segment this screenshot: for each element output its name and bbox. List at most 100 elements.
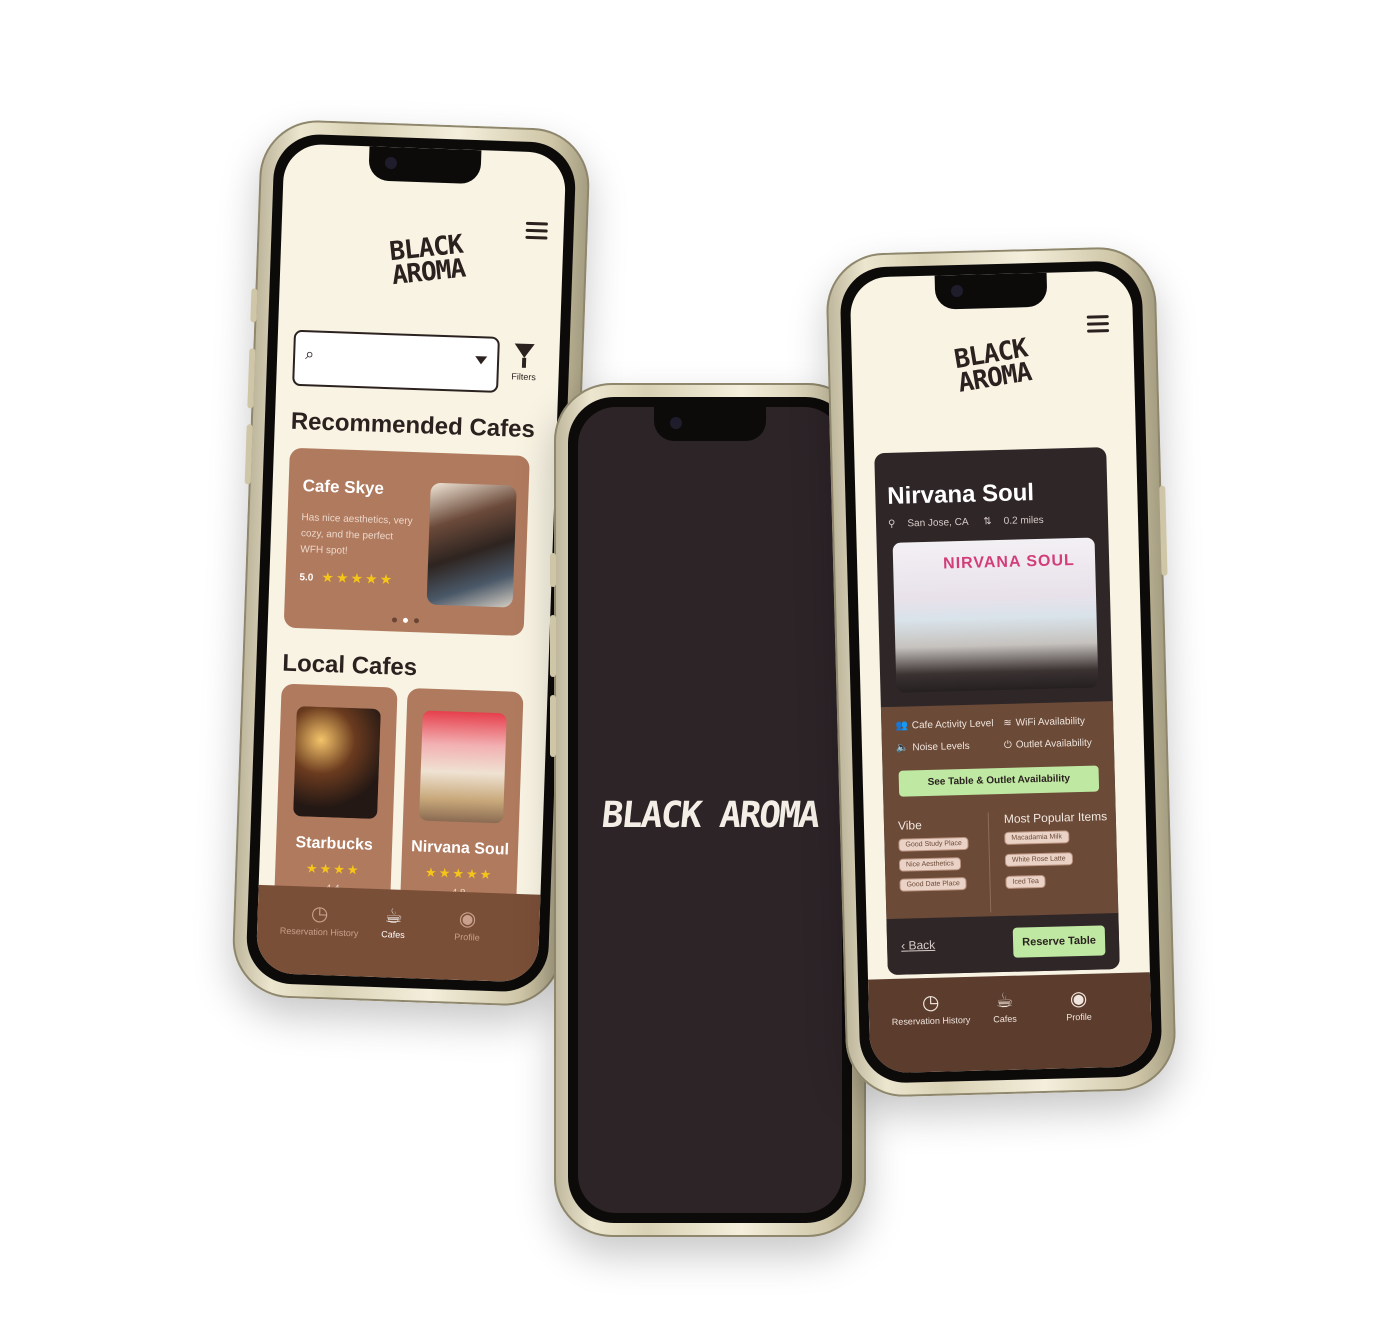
popular-item-tag: Macadamia Milk [1004,830,1070,845]
notch [654,407,766,441]
back-link[interactable]: ‹ Back [901,938,935,953]
nav-label: Profile [454,931,480,943]
phone-splash: BLACK AROMA [550,383,866,1237]
detail-screen: BLACK AROMA Nirvana Soul ⚲ San Jose, CA ⇅… [849,270,1153,1074]
notch [934,272,1048,310]
clock-icon: ◷ [921,991,940,1015]
popular-item-tag: White Rose Latte [1004,852,1073,867]
menu-icon[interactable] [1086,315,1110,334]
reserve-table-button[interactable]: Reserve Table [1012,925,1106,958]
brand-logo: BLACK AROMA [388,230,467,291]
bottom-nav: ◷ Reservation History ☕ Cafes ◉ Profile [255,884,541,983]
recommended-title: Recommended Cafes [290,407,536,444]
nav-reservation-history[interactable]: ◷ Reservation History [279,900,360,939]
carousel-dots[interactable] [391,609,426,628]
phone-detail: BLACK AROMA Nirvana Soul ⚲ San Jose, CA ⇅… [825,245,1177,1099]
notch [368,146,482,185]
nav-reservation-history[interactable]: ◷ Reservation History [890,989,971,1027]
phone-bezel: BLACK AROMA ⌕ Filters Recommended Cafes … [245,132,577,994]
column-divider [987,812,992,913]
info-label: Noise Levels [912,740,970,754]
star-rating-icon: ★★★★ [305,860,361,878]
walking-icon: ⇅ [983,516,992,528]
info-label: Outlet Availability [1015,737,1092,751]
activity-level: 👥 Cafe Activity Level [895,718,993,732]
nav-cafes[interactable]: ☕ Cafes [353,902,434,941]
splash-screen: BLACK AROMA [578,407,842,1213]
phone-bezel: BLACK AROMA Nirvana Soul ⚲ San Jose, CA ⇅… [839,260,1163,1084]
speaker-icon: 🔈 [895,742,909,754]
phone-home: BLACK AROMA ⌕ Filters Recommended Cafes … [230,118,592,1008]
cafe-name: Cafe Skye [302,476,385,499]
vibe-tag: Nice Aesthetics [898,857,962,872]
splash-logo: BLACK AROMA [599,795,821,836]
nav-label: Cafes [993,1013,1017,1025]
local-cafe-card[interactable]: Nirvana Soul ★★★★★ 4.8 [399,687,524,912]
cafe-meta: ⚲ San Jose, CA ⇅ 0.2 miles [888,515,1056,530]
location-pin-icon: ⚲ [887,518,896,530]
cafe-description: Has nice aesthetics, very cozy, and the … [300,512,413,557]
info-label: WiFi Availability [1015,715,1086,729]
location-text: San Jose, CA [907,516,969,530]
wifi-availability: ≋ WiFi Availability [1003,716,1085,729]
nav-label: Cafes [381,929,405,941]
wifi-icon: ≋ [1003,717,1012,729]
filters-button[interactable]: Filters [508,343,539,382]
cafe-name: Nirvana Soul [887,479,1035,510]
cafe-photo: NIRVANA SOUL [892,537,1099,693]
distance-text: 0.2 miles [1003,514,1044,527]
star-rating-icon: ★★★★★ [321,568,395,588]
local-title: Local Cafes [281,649,418,682]
side-button [1159,485,1168,576]
side-button [550,553,556,587]
detail-footer: ‹ Back Reserve Table [886,913,1120,976]
back-label: Back [908,937,936,953]
phone-bezel: BLACK AROMA [568,397,852,1223]
vibe-title: Vibe [897,818,922,833]
nav-label: Profile [1066,1011,1092,1023]
recommended-cafe-card[interactable]: Cafe Skye Has nice aesthetics, very cozy… [283,447,530,636]
home-screen: BLACK AROMA ⌕ Filters Recommended Cafes … [255,143,567,983]
popular-item-tag: Iced Tea [1005,874,1047,889]
nav-label: Reservation History [891,1014,971,1027]
local-cafe-card[interactable]: Starbucks ★★★★ 4.4 [274,683,398,908]
nav-cafes[interactable]: ☕ Cafes [964,987,1045,1025]
plug-icon: ⏻ [1003,739,1012,751]
cafe-photo [419,710,507,824]
carousel-dot[interactable] [391,617,398,623]
people-icon: 👥 [895,720,908,732]
photo-sign: NIRVANA SOUL [942,552,1076,573]
bottom-nav: ◷ Reservation History ☕ Cafes ◉ Profile [868,972,1153,1074]
cafe-photo [293,706,381,819]
side-button [247,348,256,409]
popular-items-title: Most Popular Items [1003,809,1108,826]
coffee-cup-icon: ☕ [995,989,1014,1013]
cafe-photo [426,482,517,608]
nav-profile[interactable]: ◉ Profile [1038,985,1119,1023]
see-availability-button[interactable]: See Table & Outlet Availability [898,765,1100,797]
search-icon: ⌕ [304,346,315,364]
carousel-dot[interactable] [413,618,420,624]
cafe-name: Starbucks [295,834,374,854]
coffee-cup-icon: ☕ [384,905,403,928]
brand-logo: BLACK AROMA [952,333,1033,398]
menu-icon[interactable] [525,221,548,241]
user-icon: ◉ [1069,987,1088,1011]
clock-icon: ◷ [310,902,329,926]
info-label: Cafe Activity Level [911,718,994,732]
carousel-dot[interactable] [402,617,409,623]
search-input[interactable]: ⌕ [292,329,500,393]
nav-profile[interactable]: ◉ Profile [427,905,508,944]
filters-label: Filters [511,371,536,383]
dropdown-arrow-icon[interactable] [474,356,488,365]
vibe-tag: Good Study Place [898,836,970,852]
side-button [244,424,253,485]
funnel-icon [514,343,535,359]
side-button [550,695,556,757]
side-button [550,615,556,677]
cafe-name: Nirvana Soul [410,838,510,859]
vibe-tag: Good Date Place [899,876,968,892]
nav-label: Reservation History [279,925,359,939]
noise-levels: 🔈 Noise Levels [896,741,970,754]
cafe-detail-card: Nirvana Soul ⚲ San Jose, CA ⇅ 0.2 miles NI… [874,447,1120,976]
